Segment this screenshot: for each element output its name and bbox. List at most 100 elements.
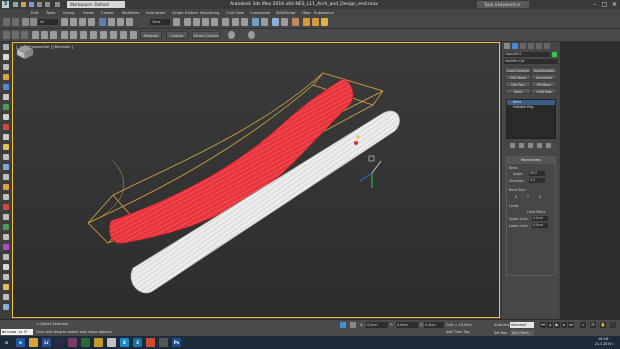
strip-spindle-icon[interactable] — [3, 294, 9, 300]
modifier-list-dropdown[interactable]: Modifier List — [504, 59, 558, 64]
ribbon-tool-13-icon[interactable] — [120, 31, 127, 39]
utilities-tab-icon[interactable] — [544, 43, 550, 49]
modifier-stack[interactable]: Bend Editable Poly — [506, 99, 556, 139]
hierarchy-tab-icon[interactable] — [520, 43, 526, 49]
axis-z-radio[interactable]: Z — [539, 195, 541, 199]
material-editor-icon[interactable] — [292, 18, 299, 26]
turbosmooth-button[interactable]: TurboSmooth — [531, 67, 557, 73]
go-to-start-icon[interactable]: ⏮ — [540, 322, 546, 328]
previous-frame-icon[interactable]: ◂ — [547, 322, 553, 328]
undo-icon[interactable] — [37, 2, 42, 7]
select-and-rotate-icon[interactable] — [108, 18, 115, 26]
remove-modifier-icon[interactable] — [537, 143, 542, 148]
strip-cone-icon[interactable] — [3, 184, 9, 190]
ribbon-tool-6-icon[interactable] — [50, 31, 57, 39]
strip-sphere-icon[interactable] — [3, 54, 9, 60]
file-explorer-icon[interactable] — [29, 338, 38, 347]
lock-selection-icon[interactable] — [340, 322, 346, 328]
render-production-icon[interactable] — [321, 18, 328, 26]
ribbon-tool-9-icon[interactable] — [80, 31, 87, 39]
menu-maxscript[interactable]: MAXScript — [276, 10, 296, 15]
strip-cylinder-icon[interactable] — [3, 64, 9, 70]
maximize-viewport-icon[interactable]: ⛶ — [610, 322, 616, 328]
mirror-icon[interactable] — [232, 18, 239, 26]
select-object-icon[interactable] — [61, 18, 68, 26]
ribbon-tool-14-icon[interactable] — [130, 31, 137, 39]
strip-hedra-icon[interactable] — [3, 274, 9, 280]
strip-modifier-icon[interactable] — [3, 124, 9, 130]
perspective-viewport[interactable]: [ + ] [Perspective ] [Realistic ] — [12, 42, 500, 318]
select-by-name-icon[interactable] — [70, 18, 77, 26]
ffd-box-button[interactable]: FFD(Box) — [531, 81, 557, 87]
limit-effect-checkbox[interactable]: Limit Effect — [527, 210, 545, 214]
search-input[interactable]: Type a keyword or phrase — [477, 1, 529, 14]
pan-icon[interactable]: ✋ — [600, 322, 606, 328]
open-file-icon[interactable] — [21, 2, 26, 7]
selection-filter-dropdown[interactable]: All — [38, 19, 58, 25]
maxscript-listener[interactable]: Welcome to M — [1, 329, 33, 335]
go-to-end-icon[interactable]: ⏭ — [568, 322, 574, 328]
edraw-convert-button[interactable]: Edraw Convert — [192, 31, 220, 39]
save-file-icon[interactable] — [29, 2, 34, 7]
menu-edit[interactable]: Edit — [31, 10, 38, 15]
strip-hierarchy-icon[interactable] — [3, 134, 9, 140]
create-tab-icon[interactable] — [504, 43, 510, 49]
menu-rendering[interactable]: Rendering — [200, 10, 219, 15]
ribbon-sphere-icon[interactable] — [228, 31, 235, 39]
rendered-frame-window-icon[interactable] — [312, 18, 319, 26]
x-coord-input[interactable]: 0.0cm — [366, 322, 388, 328]
lightroom-icon[interactable]: Lr — [42, 338, 51, 347]
3dsmax-taskbar-icon[interactable]: 3 — [133, 338, 142, 347]
absolute-mode-icon[interactable] — [350, 322, 356, 328]
photoshop-icon[interactable]: Ps — [172, 338, 181, 347]
menu-graph-editors[interactable]: Graph Editors — [172, 10, 198, 15]
auto-key-button[interactable]: Auto Key — [494, 322, 510, 328]
edit-poly-button[interactable]: Edit Poly — [505, 81, 531, 87]
ribbon-tool-10-icon[interactable] — [90, 31, 97, 39]
strip-system-icon[interactable] — [3, 114, 9, 120]
menu-views[interactable]: Views — [83, 10, 94, 15]
chrome-icon[interactable] — [146, 338, 155, 347]
strip-geosphere-icon[interactable] — [3, 254, 9, 260]
menu-animation[interactable]: Animation — [146, 10, 165, 15]
menu-civil-view[interactable]: Civil View — [226, 10, 244, 15]
render-setup-icon[interactable] — [303, 18, 310, 26]
stack-item-editable-poly[interactable]: Editable Poly — [507, 105, 555, 110]
parameters-header[interactable]: Parameters — [507, 157, 555, 164]
menu-substance[interactable]: Substance — [314, 10, 334, 15]
strip-hose-icon[interactable] — [3, 304, 9, 310]
scene-canvas[interactable] — [13, 43, 500, 318]
pivot-center-icon[interactable] — [173, 18, 180, 26]
strip-capsule-icon[interactable] — [3, 264, 9, 270]
strip-torus-icon[interactable] — [3, 204, 9, 210]
redo-icon[interactable] — [12, 18, 19, 26]
ribbon-tool-5-icon[interactable] — [41, 31, 48, 39]
play-icon[interactable]: ▶ — [554, 322, 560, 328]
close-button[interactable]: ✕ — [610, 0, 619, 9]
strip-utilities-icon[interactable] — [3, 164, 9, 170]
indesign-icon[interactable] — [68, 338, 77, 347]
menu-create[interactable]: Create — [101, 10, 114, 15]
align-icon[interactable] — [241, 18, 248, 26]
rectangular-selection-icon[interactable] — [79, 18, 86, 26]
menu-help[interactable]: Help — [302, 10, 311, 15]
workspace-dropdown[interactable]: Workspace: Default — [67, 1, 125, 8]
y-coord-input[interactable]: 0.0cm — [396, 322, 418, 328]
angle-snap-icon[interactable] — [193, 18, 200, 26]
scene-explorer-icon[interactable] — [252, 18, 259, 26]
spinner-snap-icon[interactable] — [211, 18, 218, 26]
ribbon-tool-8-icon[interactable] — [70, 31, 77, 39]
edit-mesh-button[interactable]: Edit Mesh — [505, 74, 531, 80]
angle-input[interactable]: 90.0 — [529, 171, 545, 176]
menu-modifiers[interactable]: Modifiers — [122, 10, 139, 15]
direction-input[interactable]: 0.0 — [529, 178, 545, 183]
percent-snap-icon[interactable] — [202, 18, 209, 26]
reference-coordinate-dropdown[interactable]: View — [150, 19, 170, 25]
layer-explorer-icon[interactable] — [261, 18, 268, 26]
z-coord-input[interactable]: 0.0cm — [424, 322, 444, 328]
skype-icon[interactable]: S — [120, 338, 129, 347]
configure-sets-icon[interactable] — [546, 143, 551, 148]
select-and-scale-icon[interactable] — [117, 18, 124, 26]
select-place-icon[interactable] — [126, 18, 133, 26]
make-unique-icon[interactable] — [528, 143, 533, 148]
